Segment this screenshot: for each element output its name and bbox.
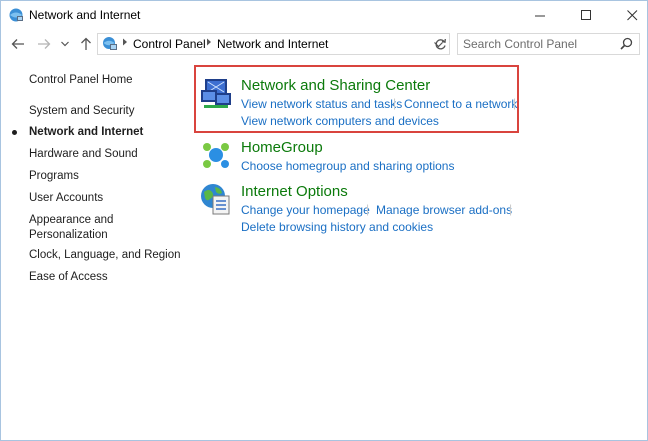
homegroup-icon[interactable] [199,138,233,172]
nav-programs[interactable]: Programs [29,169,79,184]
chevron-right-icon [123,38,127,46]
chevron-right-icon [207,38,211,46]
back-arrow-icon [11,39,24,49]
nav-ease-of-access[interactable]: Ease of Access [29,270,108,285]
nav-user-accounts[interactable]: User Accounts [29,191,103,206]
control-panel-window: Network and Internet Control Panel Netwo… [0,0,648,441]
category-title-internet-options[interactable]: Internet Options [241,183,348,200]
minimize-button[interactable] [517,1,563,29]
active-indicator [12,130,17,135]
nav-hardware-and-sound[interactable]: Hardware and Sound [29,147,138,162]
highlight-box [194,65,519,133]
recent-locations-button[interactable] [59,34,71,54]
link-manage-browser-add-ons[interactable]: Manage browser add-ons [376,203,512,217]
breadcrumb-network-and-internet[interactable]: Network and Internet [217,37,328,51]
title-bar: Network and Internet [1,1,647,29]
breadcrumb-separator[interactable] [206,37,212,49]
breadcrumb-separator[interactable] [122,37,128,49]
link-separator: | [366,202,370,216]
search-input[interactable] [458,34,623,54]
nav-appearance-and-personalization[interactable]: Appearance and [29,213,113,228]
nav-clock-language-and-region[interactable]: Clock, Language, and Region [29,248,181,263]
chevron-down-icon [61,41,69,47]
back-button[interactable] [9,34,27,54]
up-arrow-icon [81,37,91,50]
internet-options-icon[interactable] [199,182,233,216]
refresh-button[interactable] [431,35,449,53]
forward-arrow-icon [38,39,51,49]
network-globe-icon [8,7,24,23]
maximize-icon [580,9,591,20]
category-title-homegroup[interactable]: HomeGroup [241,139,323,156]
link-delete-browsing-history-and-cookies[interactable]: Delete browsing history and cookies [241,220,433,234]
close-icon [626,9,637,20]
link-change-your-homepage[interactable]: Change your homepage [241,203,370,217]
navigation-bar: Control Panel Network and Internet [1,31,647,57]
link-choose-homegroup-and-sharing-options[interactable]: Choose homegroup and sharing options [241,159,454,173]
address-bar[interactable]: Control Panel Network and Internet [97,33,450,55]
search-icon[interactable] [620,37,633,53]
nav-network-and-internet[interactable]: Network and Internet [29,125,143,140]
window-title: Network and Internet [29,8,141,22]
refresh-icon [435,38,446,49]
forward-button[interactable] [35,34,53,54]
up-button[interactable] [77,34,95,54]
breadcrumb-control-panel[interactable]: Control Panel [133,37,206,51]
nav-appearance-and-personalization[interactable]: Personalization [29,228,108,243]
nav-system-and-security[interactable]: System and Security [29,104,134,119]
nav-control-panel-home[interactable]: Control Panel Home [29,73,133,88]
control-panel-icon [102,36,118,52]
minimize-icon [534,15,545,16]
close-button[interactable] [609,1,648,29]
link-separator: | [509,202,513,216]
maximize-button[interactable] [563,1,609,29]
search-box[interactable] [457,33,640,55]
